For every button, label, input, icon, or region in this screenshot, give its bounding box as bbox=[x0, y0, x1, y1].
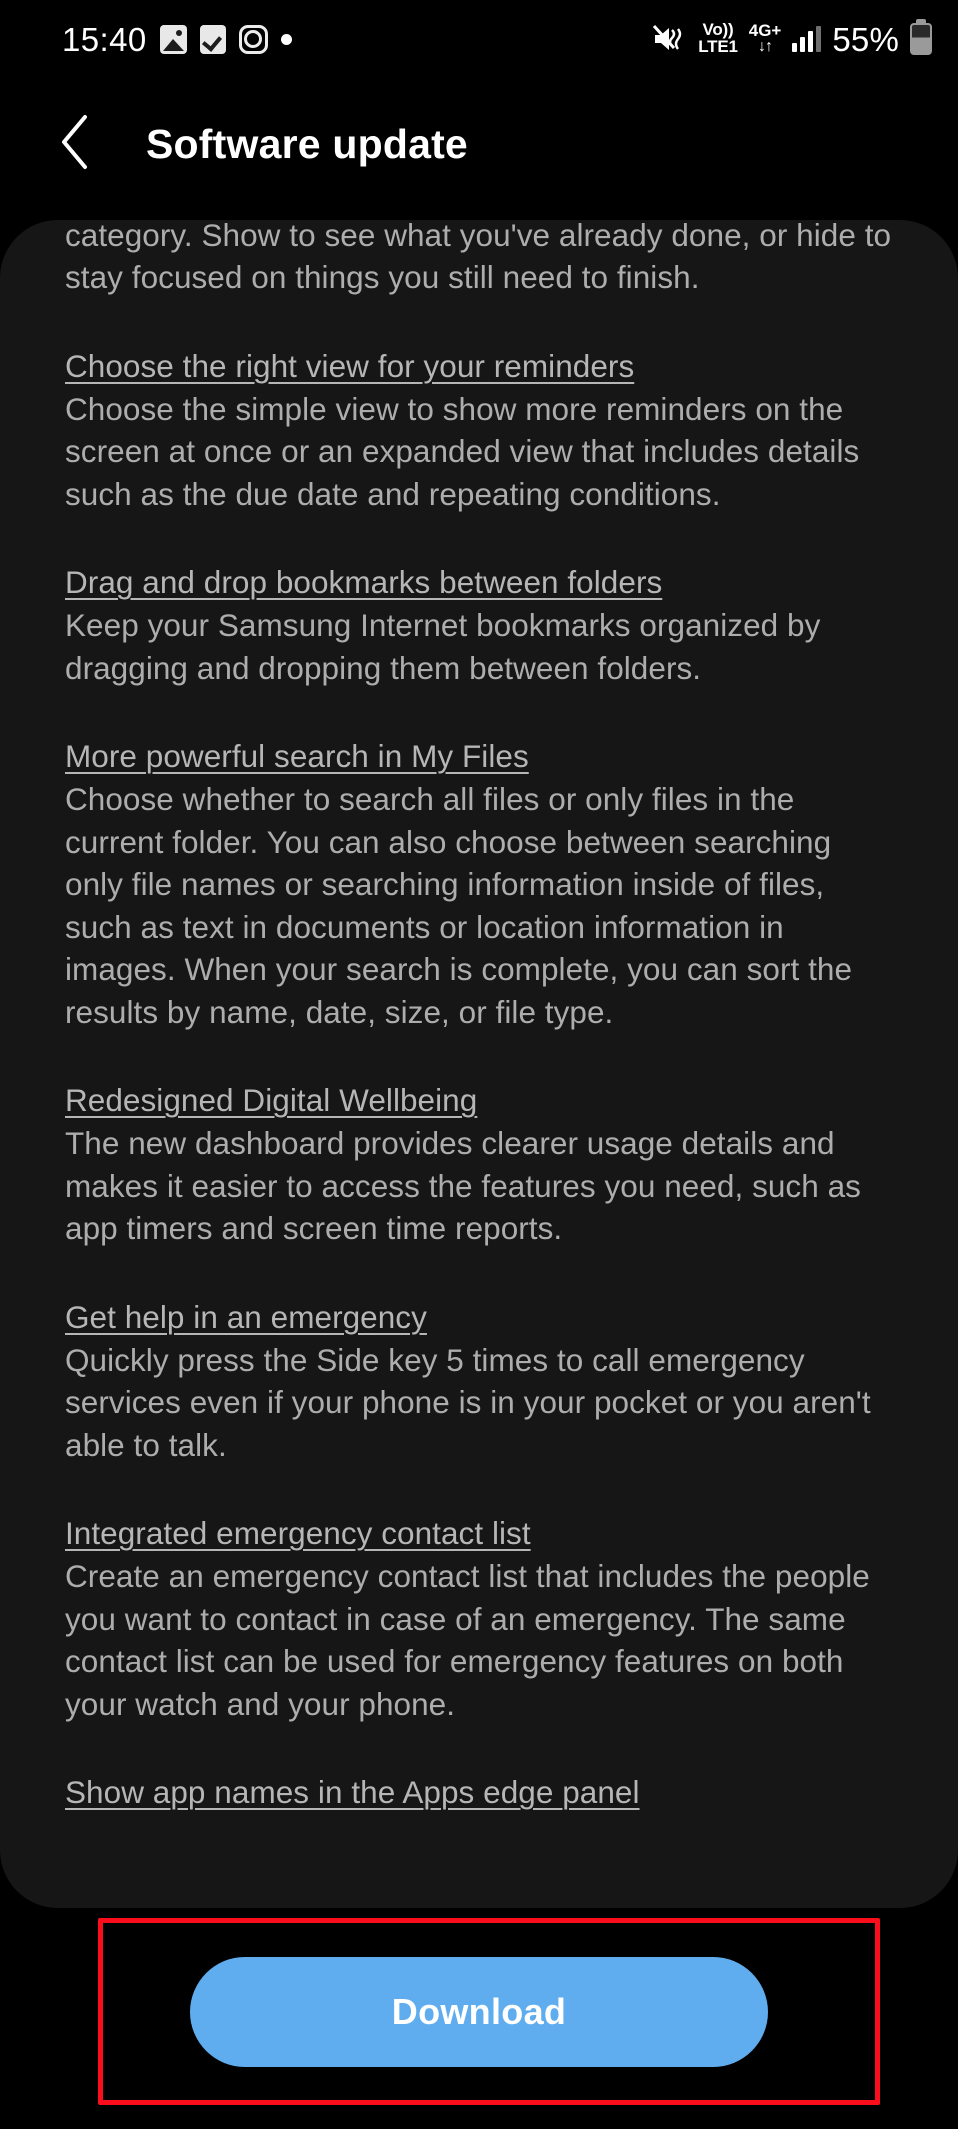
download-button[interactable]: Download bbox=[190, 1957, 768, 2067]
release-section: Integrated emergency contact list Create… bbox=[65, 1512, 892, 1725]
release-section-heading: Integrated emergency contact list bbox=[65, 1515, 531, 1551]
release-section-body: Quickly press the Side key 5 times to ca… bbox=[65, 1341, 871, 1463]
battery-icon bbox=[910, 23, 932, 55]
network-type-label: 4G+ bbox=[748, 20, 782, 40]
back-button[interactable] bbox=[46, 114, 106, 174]
tasks-check-icon bbox=[199, 24, 226, 54]
app-bar: Software update bbox=[0, 78, 958, 210]
release-section-heading: Choose the right view for your reminders bbox=[65, 347, 635, 384]
release-section-body: Keep your Samsung Internet bookmarks org… bbox=[65, 607, 821, 686]
mute-icon bbox=[653, 24, 687, 54]
release-section-body: Choose the simple view to show more remi… bbox=[65, 390, 860, 512]
release-section: Drag and drop bookmarks between folders … bbox=[65, 561, 892, 689]
back-chevron-icon bbox=[58, 112, 94, 177]
release-section: Show app names in the Apps edge panel bbox=[65, 1771, 892, 1814]
volte-indicator: Vo)) LTE1 bbox=[698, 22, 738, 55]
release-section-heading: Show app names in the Apps edge panel bbox=[65, 1774, 640, 1810]
release-section: Choose the right view for your reminders… bbox=[65, 345, 892, 516]
network-type-indicator: 4G+ ↓↑ bbox=[748, 20, 782, 56]
release-section-heading: Redesigned Digital Wellbeing bbox=[65, 1082, 478, 1118]
release-section-heading: More powerful search in My Files bbox=[65, 738, 529, 774]
release-section: Get help in an emergency Quickly press t… bbox=[65, 1296, 892, 1467]
status-bar-right: Vo)) LTE1 4G+ ↓↑ 55% bbox=[653, 20, 932, 58]
release-notes-card[interactable]: You can show or hide the completed remin… bbox=[0, 220, 958, 1908]
release-section-heading: Get help in an emergency bbox=[65, 1298, 427, 1335]
status-bar-left: 15:40 bbox=[62, 23, 292, 56]
release-section: You can show or hide the completed remin… bbox=[65, 220, 892, 299]
instagram-icon bbox=[238, 24, 268, 54]
battery-percent-label: 55% bbox=[832, 20, 899, 58]
release-section: Redesigned Digital Wellbeing The new das… bbox=[65, 1079, 892, 1250]
release-section-body: Create an emergency contact list that in… bbox=[65, 1558, 870, 1722]
download-bar: Download bbox=[0, 1908, 958, 2129]
release-section-body: The new dashboard provides clearer usage… bbox=[65, 1125, 861, 1246]
gallery-icon bbox=[159, 24, 187, 54]
data-transfer-arrows-icon: ↓↑ bbox=[758, 38, 773, 56]
release-section-body: You can show or hide the completed remin… bbox=[65, 220, 892, 295]
release-section-heading: Drag and drop bookmarks between folders bbox=[65, 564, 663, 600]
notification-dot-icon bbox=[280, 33, 292, 45]
status-bar: 15:40 Vo)) LTE1 4G+ ↓↑ 55% bbox=[0, 0, 958, 78]
page-title: Software update bbox=[146, 120, 468, 167]
status-clock: 15:40 bbox=[62, 20, 147, 58]
release-section: More powerful search in My Files Choose … bbox=[65, 735, 892, 1033]
release-section-body: Choose whether to search all files or on… bbox=[65, 781, 853, 1030]
release-notes-scroll[interactable]: You can show or hide the completed remin… bbox=[0, 220, 958, 1814]
volte-line-2: LTE1 bbox=[698, 37, 738, 56]
signal-bars-icon bbox=[792, 26, 822, 52]
